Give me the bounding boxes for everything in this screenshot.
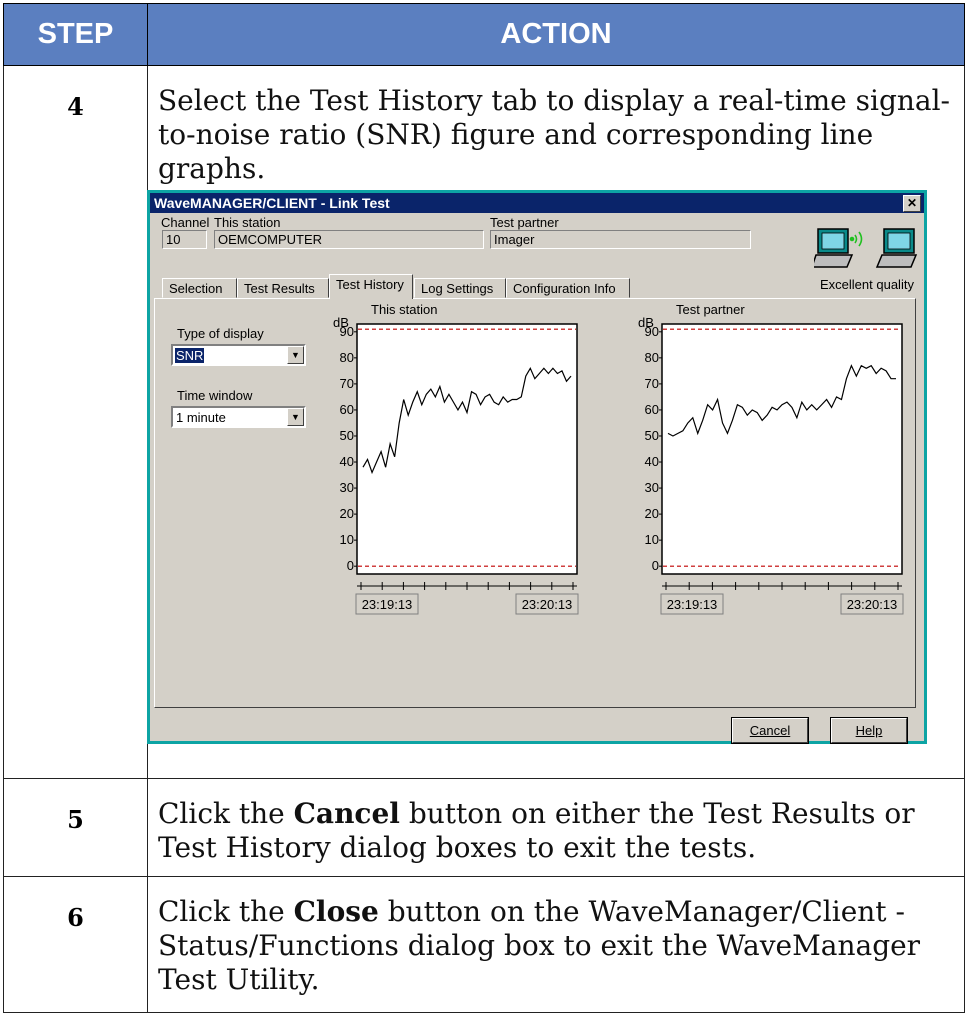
y-tick-label: 70 (645, 376, 659, 391)
y-tick-label: 60 (645, 402, 659, 417)
dialog-title-bar[interactable]: WaveMANAGER/CLIENT - Link Test ✕ (150, 193, 924, 213)
y-tick-label: 90 (645, 324, 659, 339)
y-tick-label: 0 (347, 558, 354, 573)
step-action: Click the Close button on the WaveManage… (147, 876, 965, 1013)
chevron-down-icon[interactable]: ▼ (287, 346, 304, 364)
tab-test-history[interactable]: Test History (329, 274, 413, 299)
channel-field: 10 (162, 230, 207, 249)
close-button[interactable]: ✕ (903, 195, 921, 212)
cancel-button[interactable]: Cancel (731, 717, 809, 744)
y-tick-label: 70 (340, 376, 354, 391)
tab-log-settings[interactable]: Log Settings (414, 278, 506, 298)
test-partner-field: Imager (490, 230, 751, 249)
tab-test-results[interactable]: Test Results (237, 278, 329, 298)
type-of-display-value: SNR (175, 348, 205, 363)
tab-selection[interactable]: Selection (162, 278, 237, 298)
this-station-field: OEMCOMPUTER (214, 230, 484, 249)
step-number: 5 (3, 778, 148, 877)
laptop-icon (814, 228, 854, 268)
tab-configuration-info[interactable]: Configuration Info (506, 278, 630, 298)
y-tick-label: 0 (652, 558, 659, 573)
table-row: 6 Click the Close button on the WaveMana… (3, 876, 965, 1013)
y-tick-label: 50 (645, 428, 659, 443)
cancel-button-label: Cancel (749, 723, 791, 738)
table-header-row: STEP ACTION (3, 3, 965, 66)
action-text-bold: Close (293, 895, 379, 928)
y-tick-label: 30 (645, 480, 659, 495)
step-action: Click the Cancel button on either the Te… (147, 778, 965, 877)
chart-title: This station (371, 302, 437, 317)
time-window-label: Time window (177, 388, 253, 403)
dialog-title: WaveMANAGER/CLIENT - Link Test (154, 195, 390, 211)
quality-text: Excellent quality (820, 277, 914, 292)
step-number: 6 (3, 876, 148, 1013)
header-action: ACTION (147, 3, 965, 66)
chart-title: Test partner (676, 302, 745, 317)
y-tick-label: 20 (340, 506, 354, 521)
action-text: Select the Test History tab to display a… (158, 84, 951, 185)
x-tick-label: 23:19:13 (667, 597, 718, 612)
chevron-down-icon[interactable]: ▼ (287, 408, 304, 426)
close-icon: ✕ (906, 196, 918, 210)
this-station-label: This station (214, 215, 281, 230)
x-tick-label: 23:20:13 (847, 597, 898, 612)
dialog-body: WaveMANAGER/CLIENT - Link Test ✕ Channel… (150, 193, 924, 744)
y-tick-label: 10 (645, 532, 659, 547)
time-window-select[interactable]: 1 minute ▼ (171, 406, 306, 428)
laptop-icon (875, 228, 918, 268)
header-step: STEP (3, 3, 148, 66)
plot-area (661, 323, 903, 575)
test-history-panel: Type of display SNR ▼ Time window 1 minu… (154, 298, 916, 708)
type-of-display-select[interactable]: SNR ▼ (171, 344, 306, 366)
y-tick-label: 90 (340, 324, 354, 339)
x-tick-label: 23:20:13 (522, 597, 573, 612)
y-tick-label: 30 (340, 480, 354, 495)
type-of-display-label: Type of display (177, 326, 264, 341)
y-tick-label: 10 (340, 532, 354, 547)
link-test-dialog: WaveMANAGER/CLIENT - Link Test ✕ Channel… (147, 190, 927, 744)
y-tick-label: 40 (340, 454, 354, 469)
action-text-pre: Click the (158, 895, 294, 928)
action-text-bold: Cancel (293, 797, 400, 830)
y-tick-label: 60 (340, 402, 354, 417)
x-tick-label: 23:19:13 (362, 597, 413, 612)
snr-chart-this-station: This stationdB908070605040302010023:19:1… (333, 302, 579, 615)
laptop-link-icon (814, 228, 918, 268)
y-tick-label: 80 (645, 350, 659, 365)
snr-chart-test-partner: Test partnerdB908070605040302010023:19:1… (638, 302, 904, 615)
time-window-value: 1 minute (176, 410, 226, 425)
help-button-label: Help (855, 723, 883, 738)
y-tick-label: 20 (645, 506, 659, 521)
channel-label: Channel (161, 215, 210, 230)
y-tick-label: 50 (340, 428, 354, 443)
table-row: 5 Click the Cancel button on either the … (3, 778, 965, 877)
y-tick-label: 80 (340, 350, 354, 365)
signal-icon (849, 231, 863, 247)
action-text-pre: Click the (158, 797, 294, 830)
y-tick-label: 40 (645, 454, 659, 469)
test-partner-label: Test partner (490, 215, 559, 230)
plot-area (356, 323, 578, 575)
step-number: 4 (3, 65, 148, 779)
help-button[interactable]: Help (830, 717, 908, 744)
